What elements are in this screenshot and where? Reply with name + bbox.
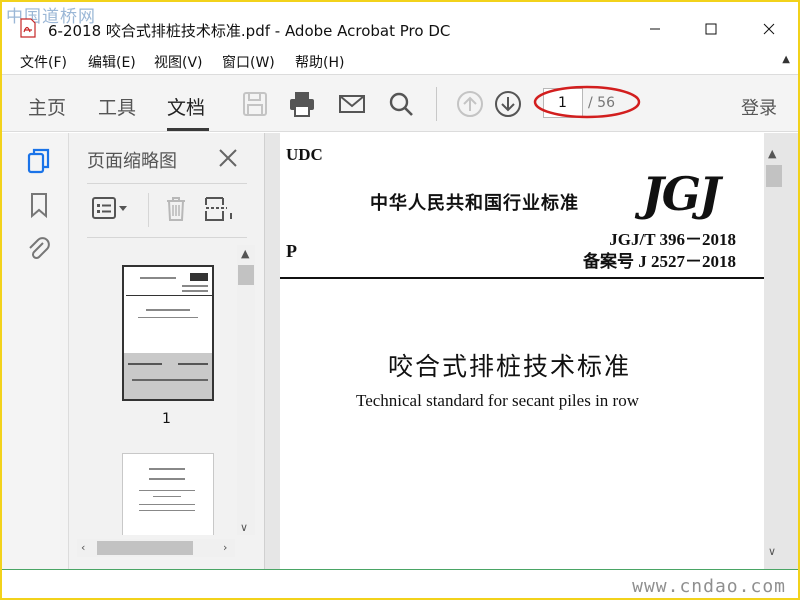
pdf-icon xyxy=(20,18,36,38)
doc-record-number: 备案号 J 2527－2018 xyxy=(583,252,736,271)
page-up-icon[interactable] xyxy=(455,89,485,119)
tab-tools[interactable]: 工具 xyxy=(98,93,136,120)
watermark-bottom: www.cndao.com xyxy=(632,576,786,597)
left-navigation-rail xyxy=(2,133,69,569)
toolbar-divider xyxy=(436,87,437,121)
search-icon[interactable] xyxy=(386,89,416,119)
doc-p-label: P xyxy=(286,241,297,261)
menu-window[interactable]: 窗口(W) xyxy=(222,52,275,72)
title-bar: 中国道桥网 6-2018 咬合式排桩技术标准.pdf - Adobe Acrob… xyxy=(2,2,798,46)
menu-bar: 文件(F) 编辑(E) 视图(V) 窗口(W) 帮助(H) ▲ xyxy=(2,46,798,74)
minimize-button[interactable] xyxy=(632,12,678,46)
close-button[interactable] xyxy=(746,12,792,46)
doc-standard-category: 中华人民共和国行业标准 xyxy=(370,193,579,213)
attachment-icon[interactable] xyxy=(26,235,52,263)
thumbnail-horizontal-scrollbar[interactable]: ‹ › xyxy=(77,539,235,557)
login-link[interactable]: 登录 xyxy=(741,94,777,120)
toolbar: 主页 工具 文档 xyxy=(2,74,798,132)
page-down-icon[interactable] xyxy=(493,89,523,119)
thumbnails-pane: 页面缩略图 1 ▲ ∨ ‹ › xyxy=(69,133,265,569)
close-pane-icon[interactable] xyxy=(217,147,239,169)
tab-home[interactable]: 主页 xyxy=(28,93,66,120)
email-icon[interactable] xyxy=(337,89,367,119)
menu-help[interactable]: 帮助(H) xyxy=(295,52,344,72)
document-page: UDC 中华人民共和国行业标准 JGJ P JGJ/T 396－2018 备案号… xyxy=(280,133,764,569)
delete-page-icon[interactable] xyxy=(163,195,189,223)
thumbnail-label: 1 xyxy=(162,411,171,427)
close-icon xyxy=(763,23,775,35)
page-thumbnails-icon[interactable] xyxy=(26,147,52,175)
save-icon[interactable] xyxy=(240,89,270,119)
scrollbar-thumb[interactable] xyxy=(766,165,782,187)
maximize-button[interactable] xyxy=(688,12,734,46)
pane-tool-divider xyxy=(148,193,149,227)
page-thumbnail[interactable] xyxy=(122,453,214,535)
page-thumbnail[interactable] xyxy=(122,265,214,401)
highlight-ellipse xyxy=(533,85,641,119)
tab-document[interactable]: 文档 xyxy=(167,93,205,120)
minimize-icon xyxy=(650,28,660,30)
document-vertical-scrollbar[interactable]: ▲ ∨ xyxy=(764,147,784,567)
bottom-strip: www.cndao.com xyxy=(2,569,798,598)
pane-title: 页面缩略图 xyxy=(87,151,177,172)
maximize-icon xyxy=(705,23,717,35)
window-title: 6-2018 咬合式排桩技术标准.pdf - Adobe Acrobat Pro… xyxy=(48,22,451,40)
menu-view[interactable]: 视图(V) xyxy=(154,52,203,72)
doc-title-english: Technical standard for secant piles in r… xyxy=(356,391,639,410)
pane-divider xyxy=(87,183,247,184)
menu-file[interactable]: 文件(F) xyxy=(20,52,67,72)
thumbnail-list: 1 xyxy=(69,245,237,535)
jgj-logo: JGJ xyxy=(642,167,721,221)
document-viewer: UDC 中华人民共和国行业标准 JGJ P JGJ/T 396－2018 备案号… xyxy=(265,133,798,569)
print-icon[interactable] xyxy=(287,89,317,119)
menu-overflow-arrow-icon[interactable]: ▲ xyxy=(782,54,790,65)
doc-divider-rule xyxy=(280,277,764,279)
doc-udc: UDC xyxy=(286,145,323,164)
scrollbar-thumb[interactable] xyxy=(238,265,254,285)
options-menu-icon[interactable] xyxy=(91,195,131,221)
thumbnail-footer xyxy=(124,353,212,399)
pane-divider xyxy=(87,237,247,238)
extract-page-icon[interactable] xyxy=(203,195,235,223)
doc-title-chinese: 咬合式排桩技术标准 xyxy=(388,352,632,381)
active-tab-indicator xyxy=(167,128,209,131)
menu-edit[interactable]: 编辑(E) xyxy=(88,52,136,72)
bookmark-icon[interactable] xyxy=(26,191,52,219)
app-window: 中国道桥网 6-2018 咬合式排桩技术标准.pdf - Adobe Acrob… xyxy=(0,0,800,600)
thumbnail-vertical-scrollbar[interactable]: ▲ ∨ xyxy=(237,245,255,535)
scrollbar-thumb[interactable] xyxy=(97,541,193,555)
